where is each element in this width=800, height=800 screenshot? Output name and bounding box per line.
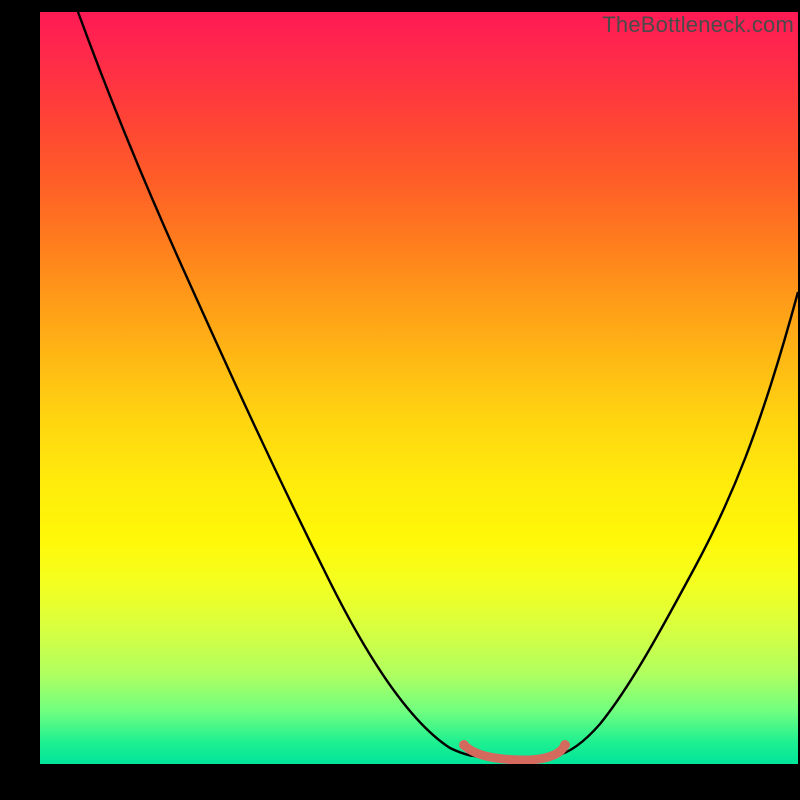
curve-right	[555, 292, 798, 756]
watermark-label: TheBottleneck.com	[602, 12, 794, 38]
baseline-end-right	[560, 740, 570, 750]
curve-left	[78, 12, 472, 756]
baseline-end-left	[459, 740, 469, 750]
chart-frame: TheBottleneck.com	[0, 0, 800, 800]
baseline-marker	[464, 745, 565, 760]
curve-layer	[40, 12, 798, 764]
plot-area: TheBottleneck.com	[40, 12, 798, 764]
